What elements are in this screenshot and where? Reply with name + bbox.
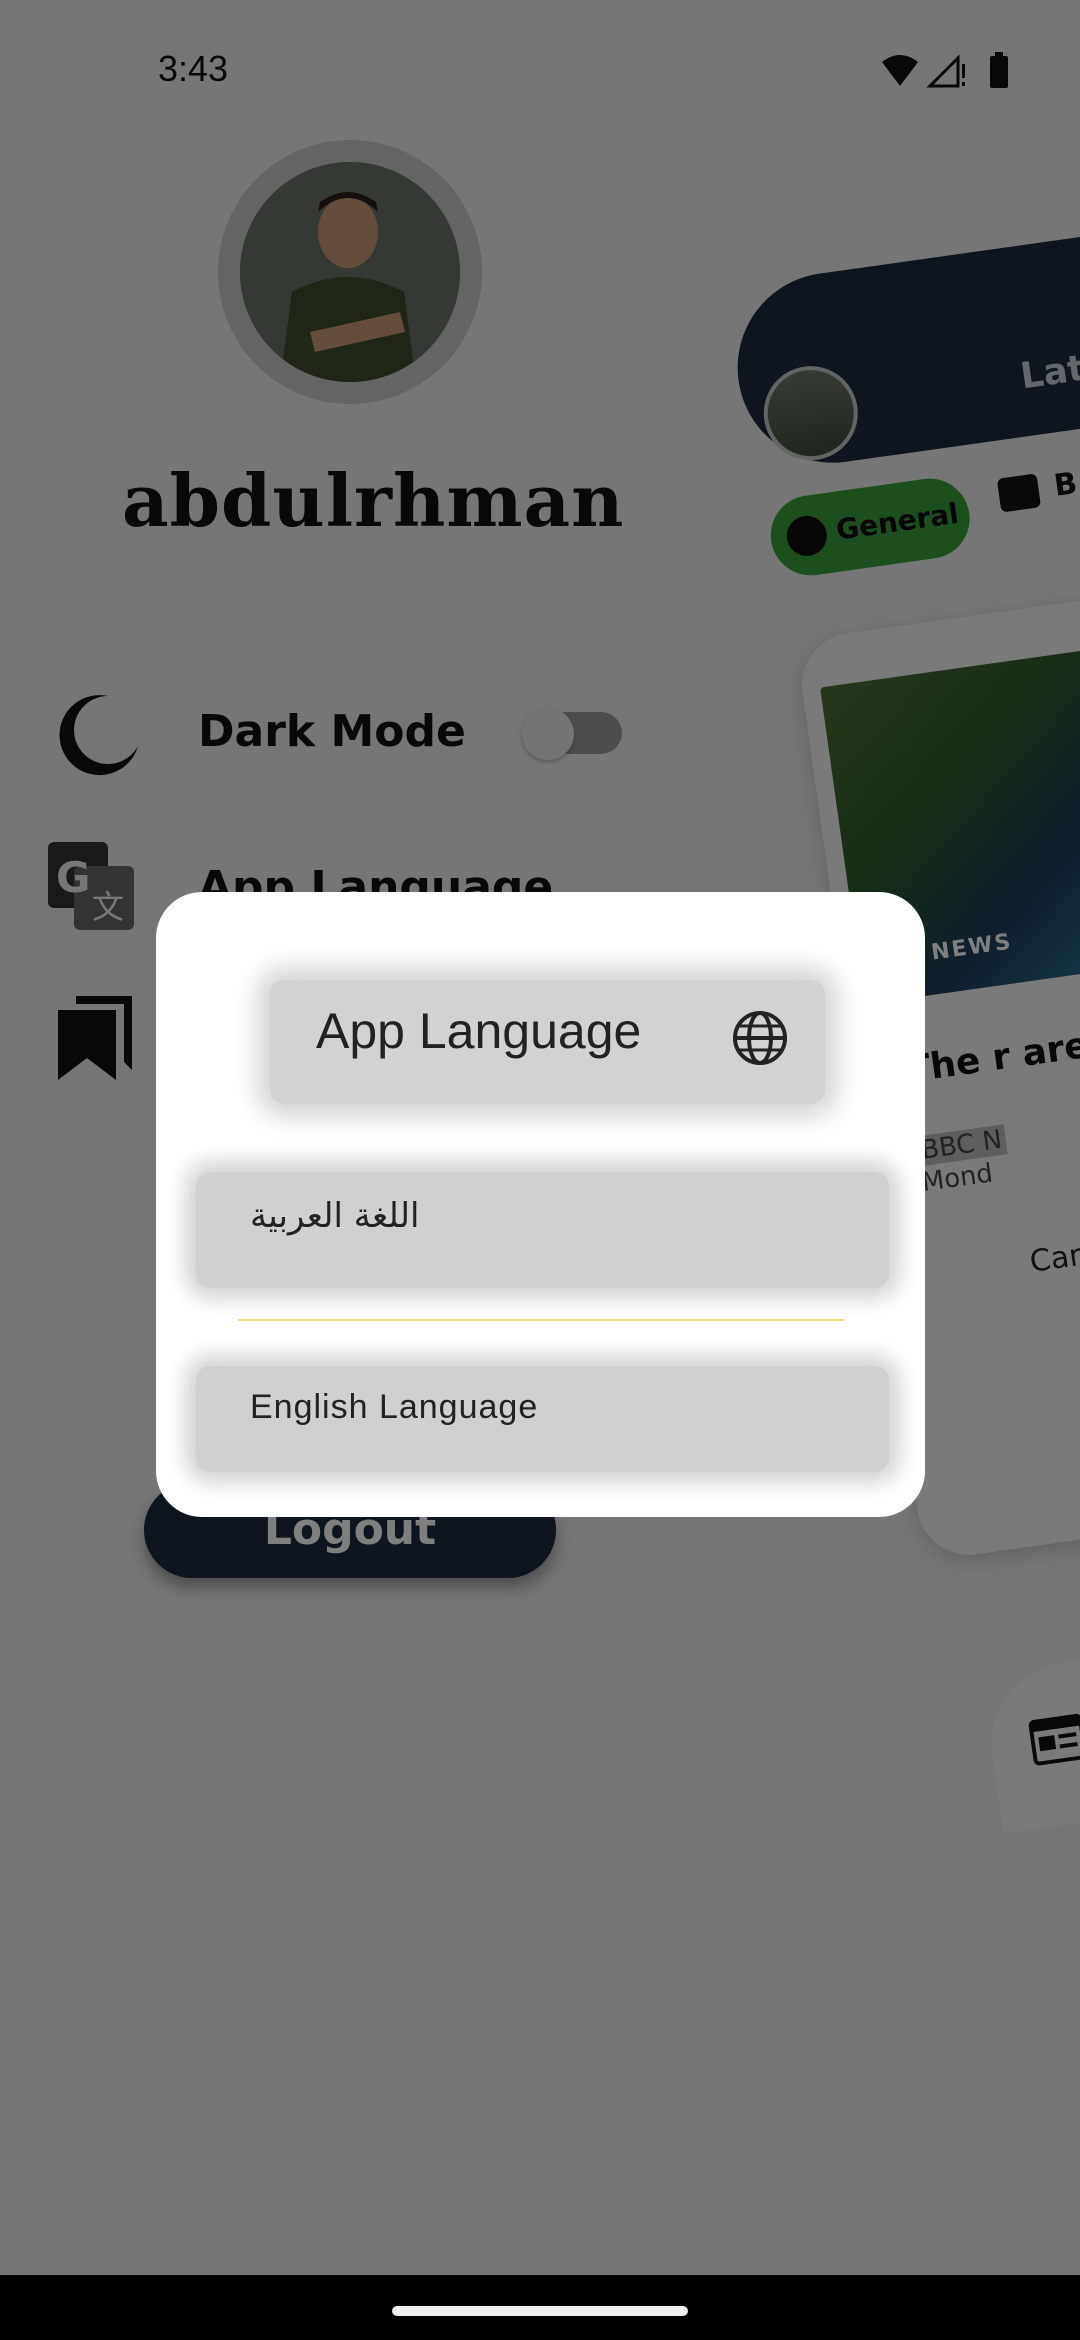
dialog-title: App Language [316, 1003, 642, 1059]
gesture-handle[interactable] [392, 2306, 688, 2316]
globe-icon [733, 1011, 787, 1065]
language-option-english-label[interactable]: English Language [250, 1388, 538, 1427]
dialog-divider [238, 1319, 844, 1321]
language-option-arabic-label[interactable]: اللغة العربية [250, 1196, 419, 1236]
